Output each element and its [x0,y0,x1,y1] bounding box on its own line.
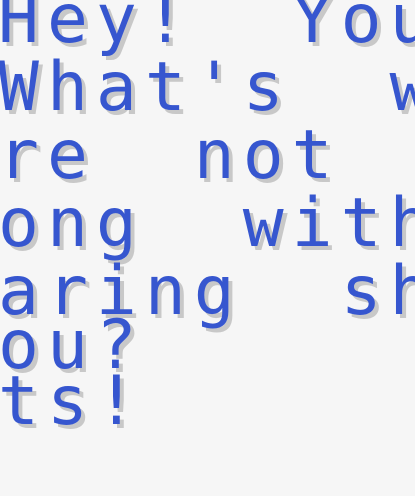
dialog-line-2: What's wro [0,48,415,127]
dialog-line-4: ong with y [0,184,415,263]
game-screen: Hey! You'r What's wro re not wea ong wit… [0,0,415,496]
dialog-line-7: ts! [0,362,145,441]
dialog-line-3: re not wea [0,116,341,195]
dialog-line-1: Hey! You'r [0,0,415,59]
